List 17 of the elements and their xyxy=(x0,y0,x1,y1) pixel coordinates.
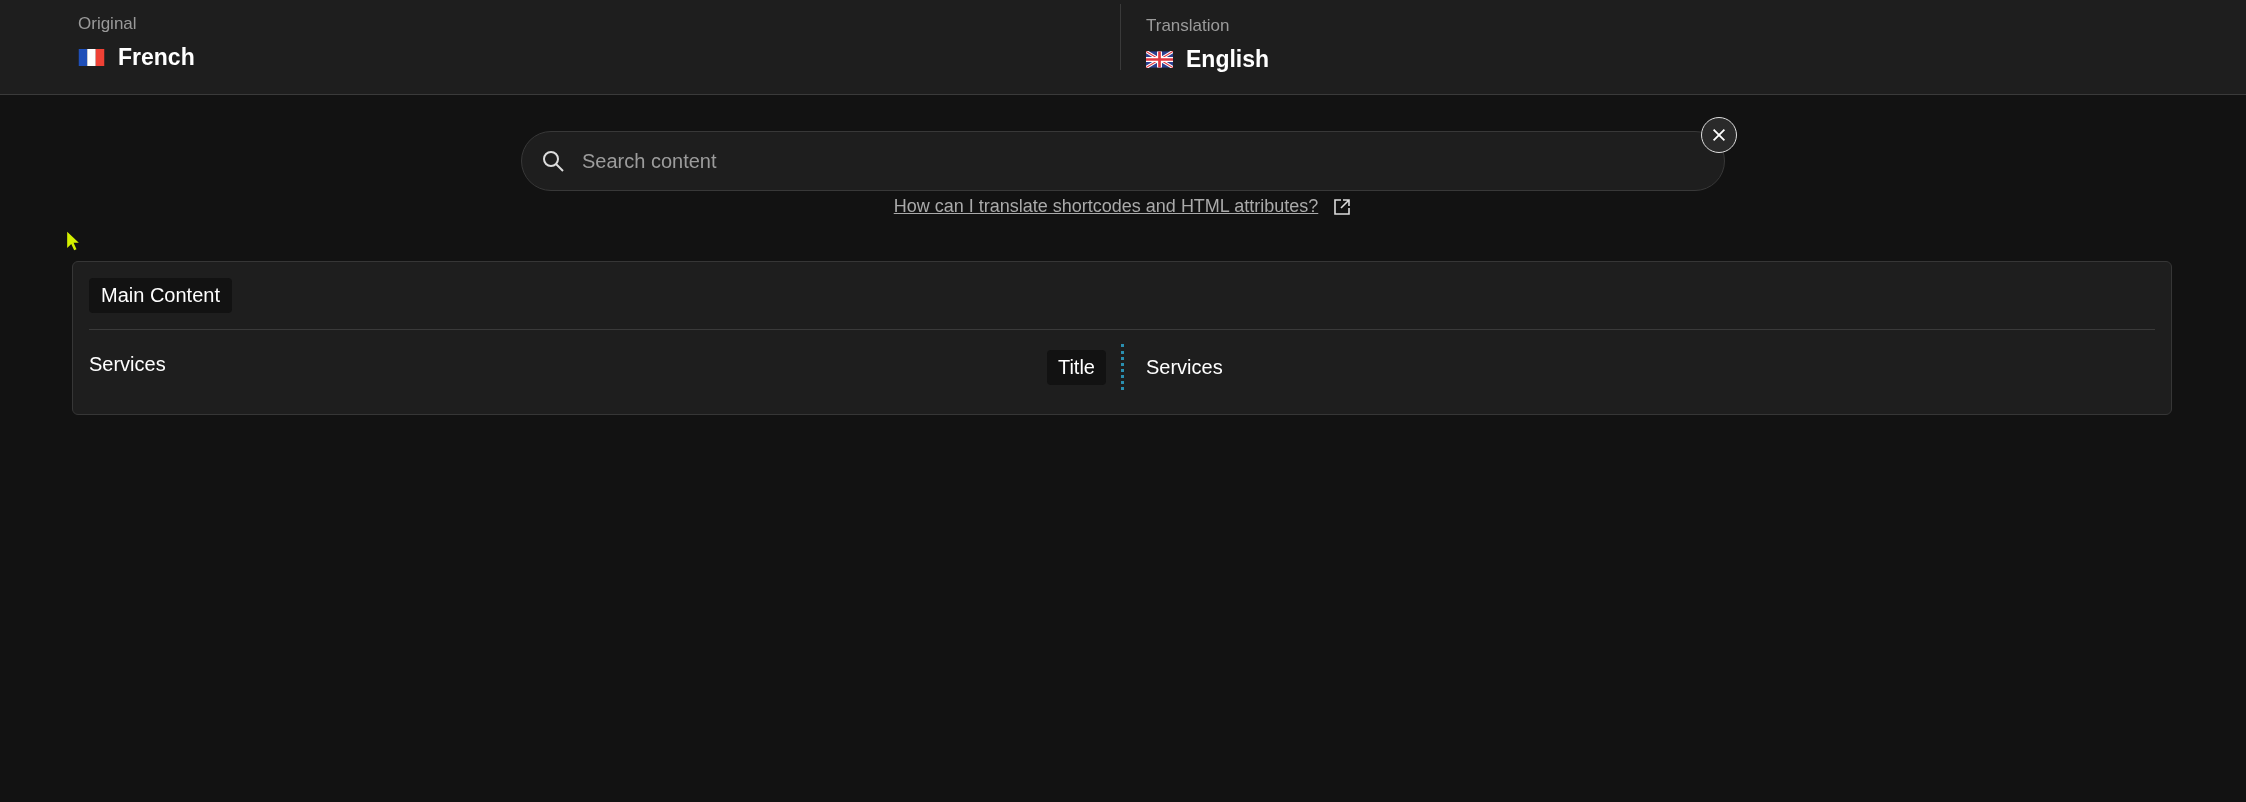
cursor-icon xyxy=(66,230,80,252)
language-name[interactable]: English xyxy=(1186,45,1270,73)
close-button[interactable] xyxy=(1701,117,1737,153)
flag-icon xyxy=(78,48,105,66)
original-text: Services xyxy=(89,352,166,376)
flag-icon xyxy=(1146,50,1173,68)
external-link-icon xyxy=(1332,196,1353,217)
field-tag: Title xyxy=(1046,349,1106,385)
language-label: Translation xyxy=(1146,15,1231,36)
dotted-divider xyxy=(1121,344,1124,390)
translation-text[interactable]: Services xyxy=(1146,355,1223,378)
language-name[interactable]: French xyxy=(118,43,195,71)
help-link[interactable]: How can I translate shortcodes and HTML attributes? xyxy=(893,196,1319,217)
section-tag: Main Content xyxy=(89,278,232,313)
search-input[interactable]: Search content xyxy=(521,131,1725,191)
close-icon xyxy=(1710,126,1728,144)
language-label: Original xyxy=(78,13,138,34)
